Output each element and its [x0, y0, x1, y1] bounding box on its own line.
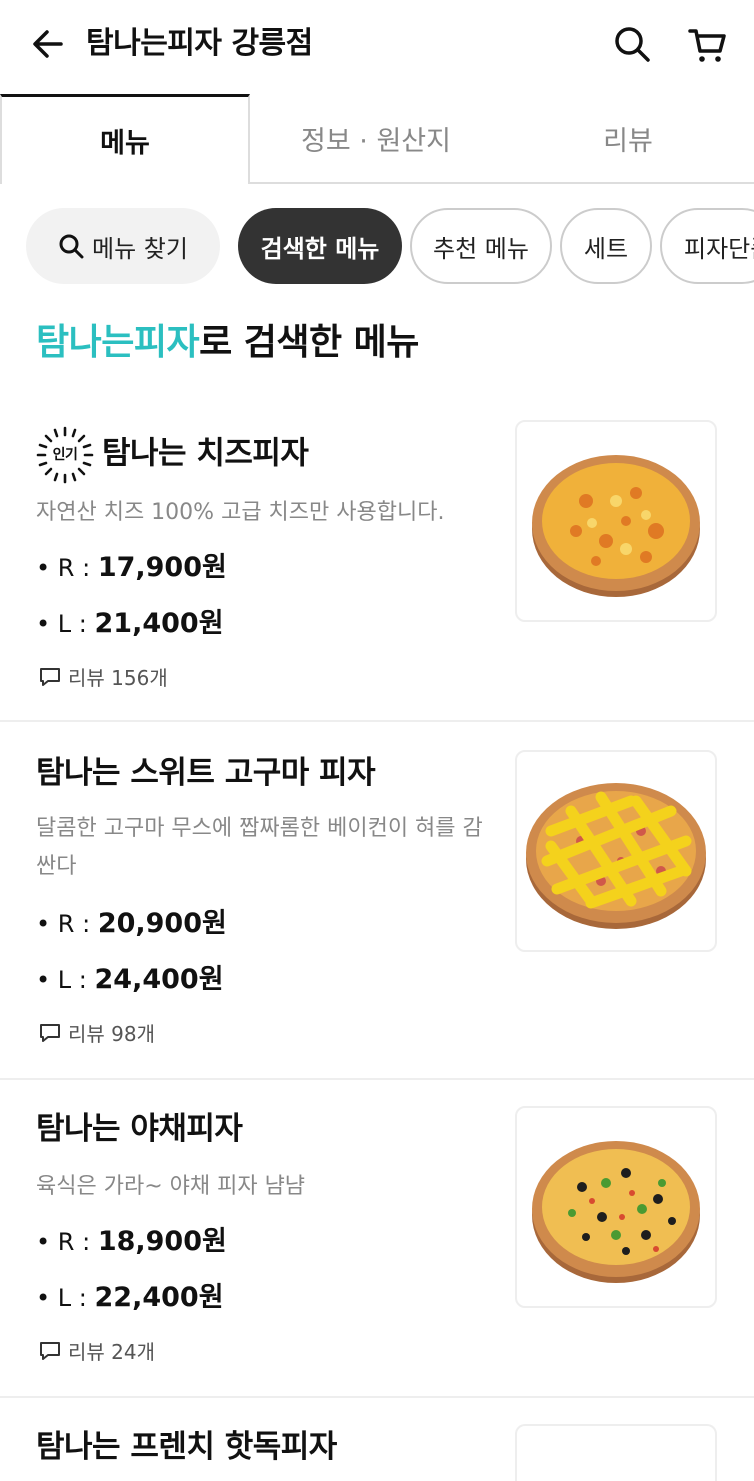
speech-bubble-icon — [40, 1341, 60, 1360]
chip-pizza-single[interactable]: 피자단품 — [660, 208, 754, 284]
price-regular-label: • R : — [36, 1228, 98, 1256]
tab-bar: 메뉴 정보 · 원산지 리뷰 — [0, 94, 754, 184]
price-large-amount: 21,400원 — [94, 608, 224, 639]
price-regular: • R : 17,900원 — [36, 550, 227, 586]
price-large-label: • L : — [36, 966, 95, 994]
menu-item[interactable]: 탐나는 프렌치 핫독피자 — [0, 1398, 754, 1481]
price-large: • L : 22,400원 — [36, 1280, 224, 1316]
price-regular-amount: 20,900원 — [97, 908, 227, 939]
section-title-rest: 로 검색한 메뉴 — [199, 322, 419, 363]
menu-item-image[interactable] — [515, 1424, 717, 1481]
price-regular-label: • R : — [36, 910, 98, 938]
category-chips: 메뉴 찾기 검색한 메뉴 추천 메뉴 세트 피자단품 — [0, 208, 754, 286]
menu-item[interactable]: 탐나는 야채피자 육식은 가라~ 야채 피자 냠냠 • R : 18,900원 … — [0, 1080, 754, 1398]
chip-searched-menu[interactable]: 검색한 메뉴 — [238, 208, 402, 284]
price-large-label: • L : — [36, 1284, 95, 1312]
back-button[interactable] — [28, 24, 68, 64]
menu-item-name-row: 인기 탐나는 치즈피자 — [36, 426, 309, 484]
app-header: 탐나는피자 강릉점 — [0, 0, 754, 88]
popular-badge: 인기 — [36, 426, 94, 484]
price-regular: • R : 20,900원 — [36, 906, 227, 942]
tab-menu[interactable]: 메뉴 — [0, 94, 250, 184]
menu-item-name: 탐나는 치즈피자 — [102, 435, 309, 472]
tab-reviews[interactable]: 리뷰 — [502, 94, 754, 182]
section-title-highlight: 탐나는피자 — [36, 322, 200, 363]
review-count: 리뷰 156개 — [38, 662, 168, 691]
vegetable-pizza-image — [532, 1141, 700, 1283]
menu-item-image[interactable] — [515, 1106, 717, 1308]
menu-item-description: 육식은 가라~ 야채 피자 냠냠 — [36, 1174, 306, 1199]
menu-item[interactable]: 탐나는 스위트 고구마 피자 달콤한 고구마 무스에 짭짜롬한 베이컨이 혀를 … — [0, 722, 754, 1080]
cart-button[interactable] — [684, 22, 730, 68]
section-title: 탐나는피자로 검색한 메뉴 — [36, 318, 419, 368]
tab-info-origin[interactable]: 정보 · 원산지 — [250, 94, 502, 182]
menu-search-label: 메뉴 찾기 — [92, 234, 188, 263]
menu-item-name: 탐나는 야채피자 — [36, 1111, 243, 1147]
menu-item-name: 탐나는 프렌치 핫독피자 — [36, 1429, 337, 1465]
menu-item-description: 자연산 치즈 100% 고급 치즈만 사용합니다. — [36, 500, 445, 525]
review-count: 리뷰 98개 — [38, 1018, 155, 1047]
review-count-label: 리뷰 24개 — [68, 1340, 156, 1364]
price-regular-amount: 17,900원 — [97, 552, 227, 583]
speech-bubble-icon — [40, 1023, 60, 1042]
menu-item[interactable]: 인기 탐나는 치즈피자 자연산 치즈 100% 고급 치즈만 사용합니다. • … — [0, 396, 754, 722]
price-regular-label: • R : — [36, 554, 98, 582]
menu-item-name: 탐나는 스위트 고구마 피자 — [36, 755, 376, 791]
cart-icon — [688, 29, 726, 62]
menu-item-image[interactable] — [515, 420, 717, 622]
chip-set[interactable]: 세트 — [560, 208, 652, 284]
cheese-pizza-image — [532, 455, 700, 597]
price-large: • L : 21,400원 — [36, 606, 224, 642]
review-count-label: 리뷰 98개 — [68, 1022, 156, 1046]
page-title: 탐나는피자 강릉점 — [86, 26, 313, 61]
popular-badge-label: 인기 — [52, 447, 78, 463]
price-regular-amount: 18,900원 — [97, 1226, 227, 1257]
price-large-amount: 22,400원 — [94, 1282, 224, 1313]
menu-search-chip[interactable]: 메뉴 찾기 — [26, 208, 220, 284]
search-button[interactable] — [610, 22, 654, 66]
hotdog-pizza-image — [526, 1464, 706, 1481]
chip-recommended-menu[interactable]: 추천 메뉴 — [410, 208, 552, 284]
review-count: 리뷰 24개 — [38, 1336, 155, 1365]
sweet-potato-pizza-image — [526, 783, 706, 929]
search-icon — [615, 27, 650, 62]
speech-bubble-icon — [40, 667, 60, 686]
price-regular: • R : 18,900원 — [36, 1224, 227, 1260]
review-count-label: 리뷰 156개 — [68, 666, 168, 690]
arrow-left-icon — [33, 30, 63, 58]
price-large-label: • L : — [36, 610, 95, 638]
price-large: • L : 24,400원 — [36, 962, 224, 998]
price-large-amount: 24,400원 — [94, 964, 224, 995]
menu-item-description: 달콤한 고구마 무스에 짭짜롬한 베이컨이 혀를 감싼다 — [36, 816, 483, 879]
menu-item-image[interactable] — [515, 750, 717, 952]
search-icon — [59, 234, 84, 259]
